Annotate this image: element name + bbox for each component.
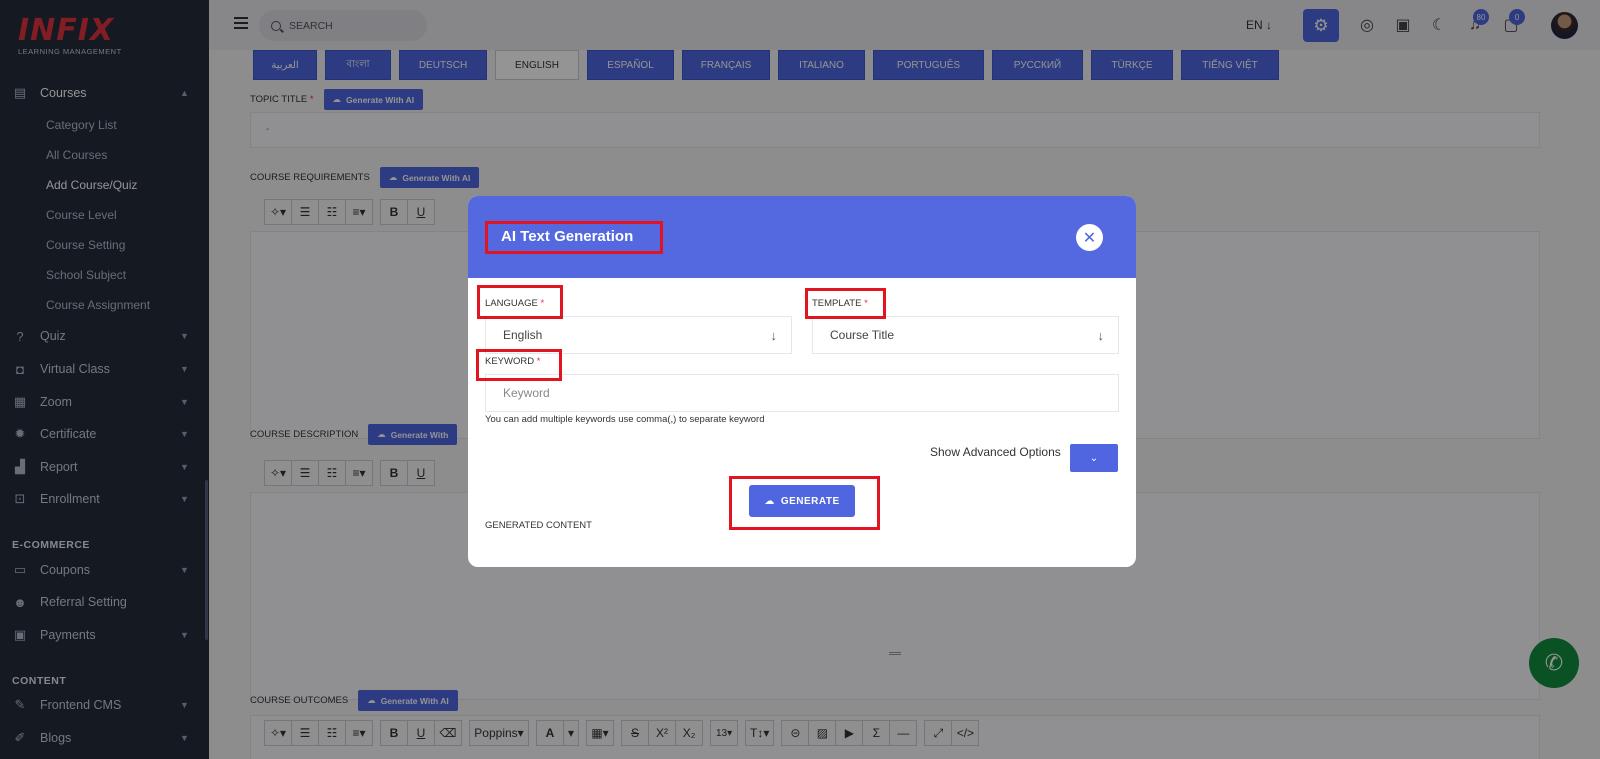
- highlight-box-language: [477, 285, 563, 319]
- advanced-options-label: Show Advanced Options: [930, 445, 1061, 459]
- language-select-value: English: [503, 328, 543, 342]
- close-icon: ✕: [1082, 229, 1097, 247]
- keyword-placeholder: Keyword: [503, 386, 550, 400]
- chevron-down-icon: ⌄: [1089, 452, 1099, 464]
- highlight-box-generate: [729, 476, 880, 530]
- template-select-value: Course Title: [830, 328, 895, 342]
- highlight-box-title: [485, 221, 663, 254]
- arrow-down-icon: ↓: [770, 327, 778, 343]
- highlight-box-template: [805, 288, 886, 319]
- keyword-input[interactable]: Keyword: [485, 374, 1119, 412]
- close-button[interactable]: ✕: [1076, 224, 1103, 251]
- keyword-hint: You can add multiple keywords use comma(…: [485, 414, 765, 425]
- highlight-box-keyword: [476, 349, 562, 381]
- template-select[interactable]: Course Title ↓: [812, 316, 1119, 354]
- arrow-down-icon: ↓: [1097, 327, 1105, 343]
- generated-content-label: GENERATED CONTENT: [485, 520, 592, 531]
- advanced-options-toggle[interactable]: ⌄: [1070, 444, 1118, 472]
